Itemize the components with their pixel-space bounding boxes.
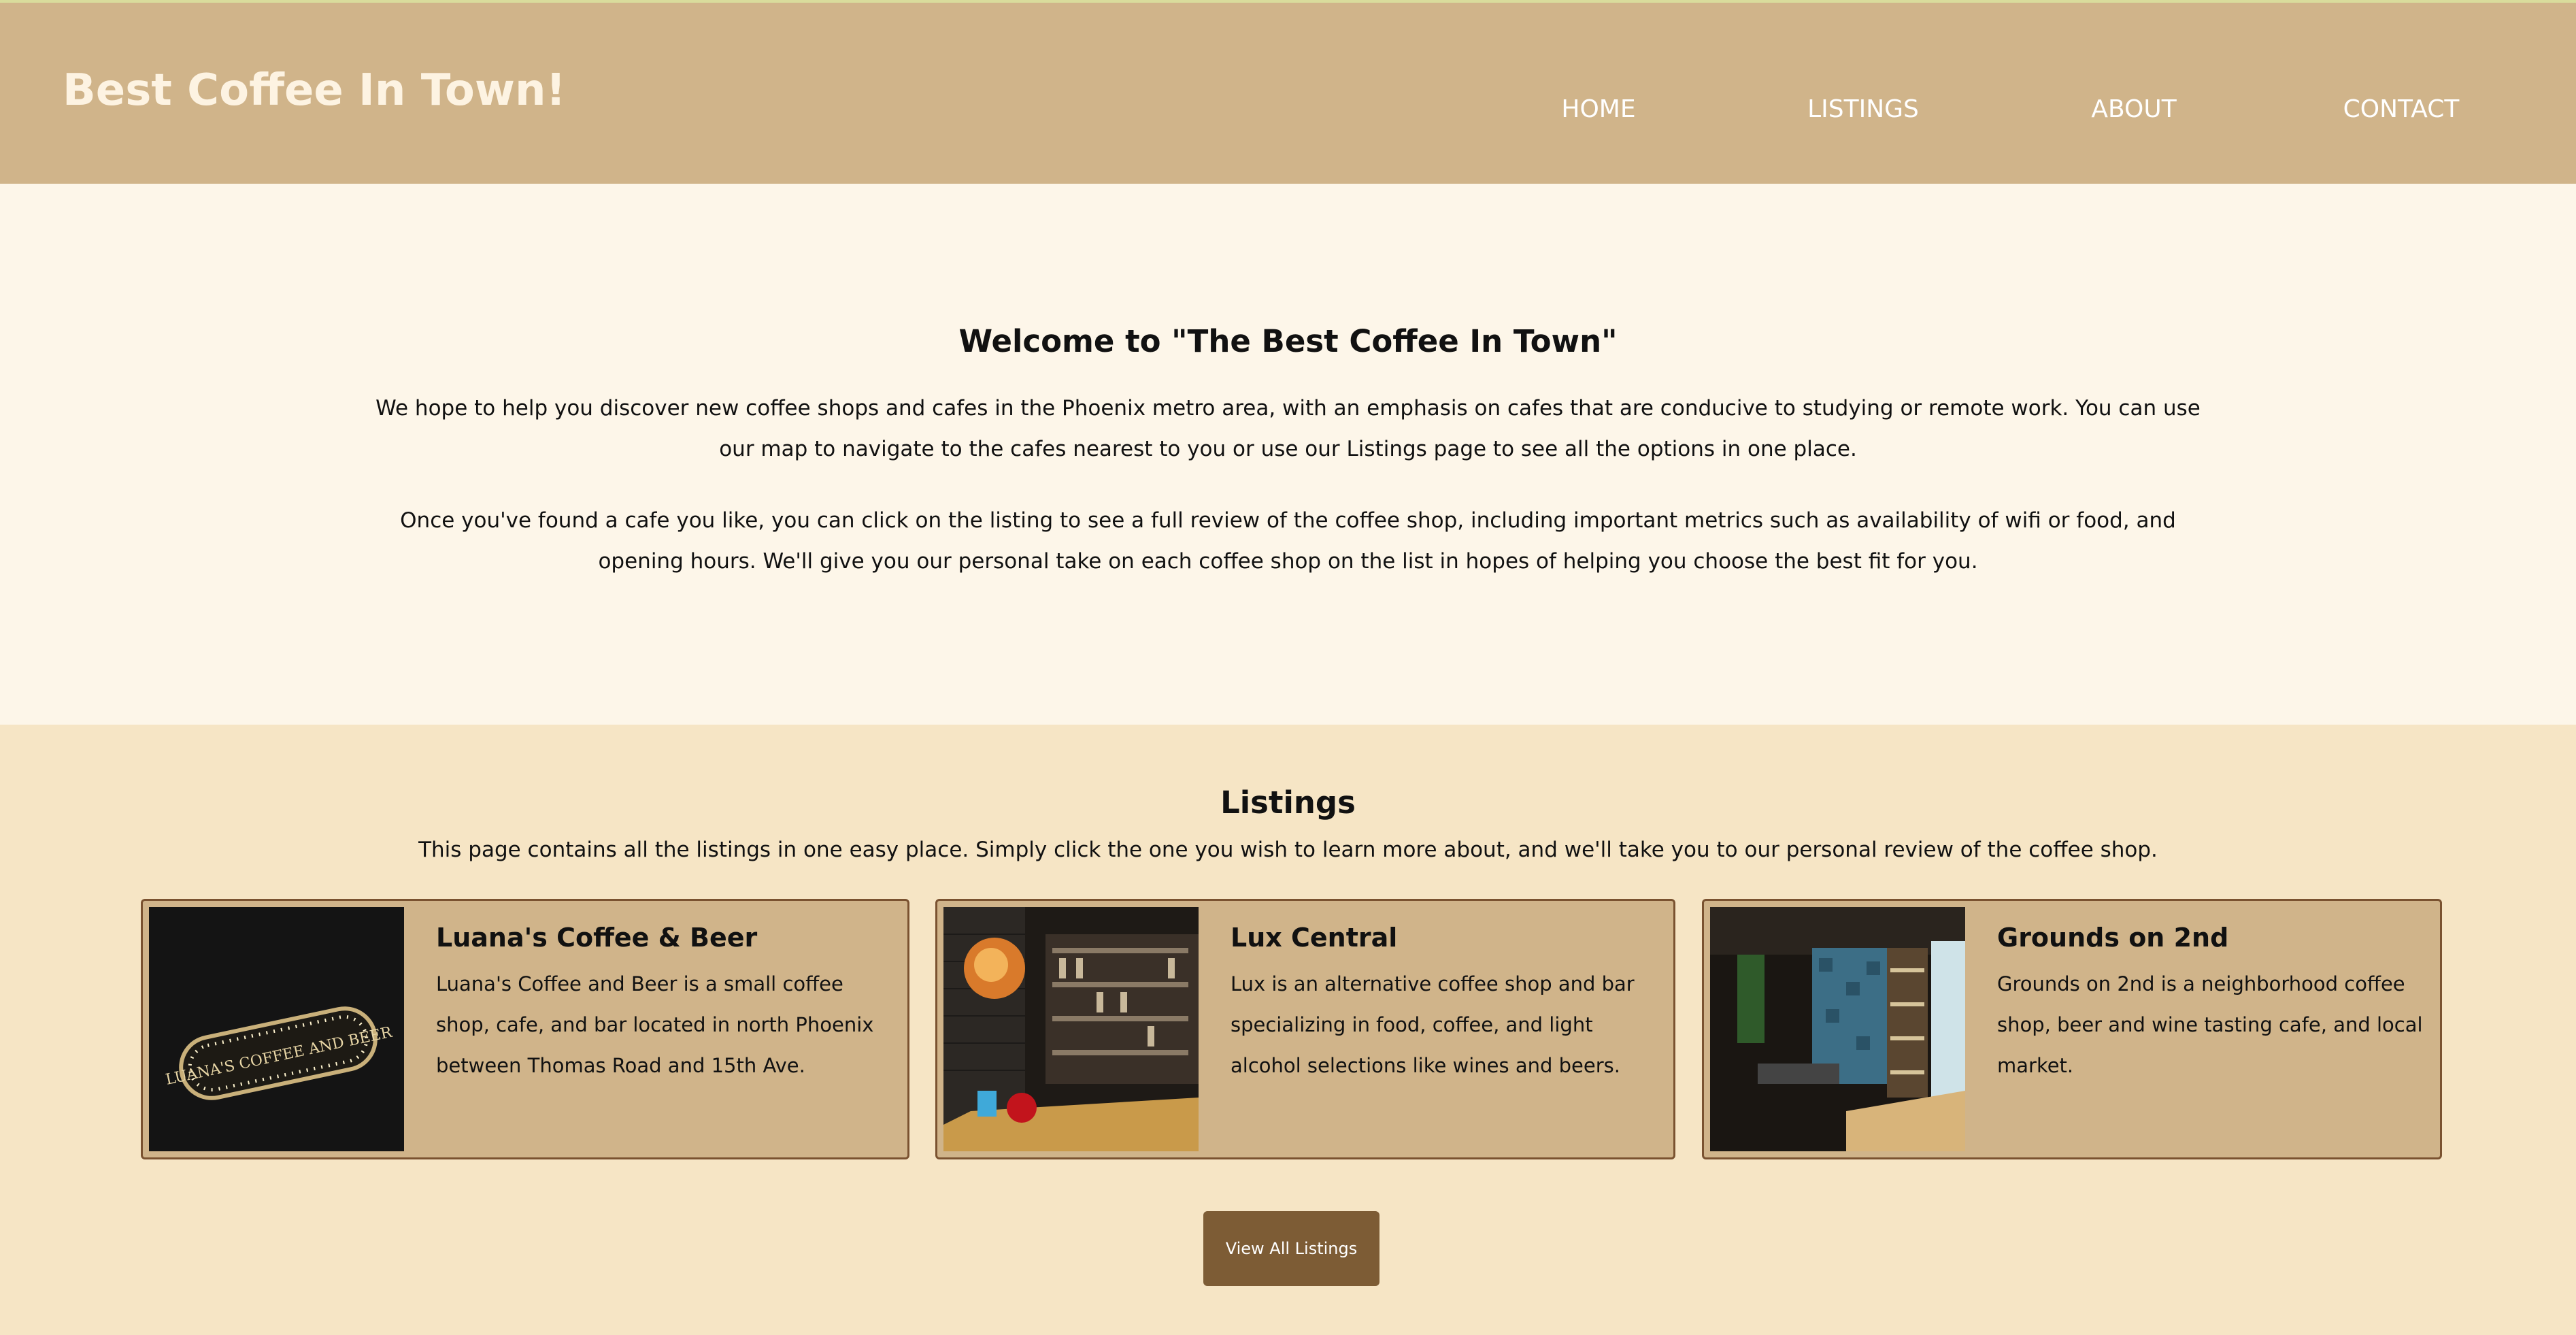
welcome-paragraph-1: We hope to help you discover new coffee … <box>375 396 2201 461</box>
listings-title: Listings <box>1220 785 1356 821</box>
nav-home[interactable]: HOME <box>1561 95 1635 123</box>
lux-central-photo <box>943 907 1199 1151</box>
site-header: Best Coffee In Town! HOME LISTINGS ABOUT… <box>0 0 2576 184</box>
listing-card-lux-central[interactable]: Lux Central Lux is an alternative coffee… <box>935 899 1675 1159</box>
listing-title: Luana's Coffee & Beer <box>436 923 758 953</box>
listing-card-grounds-on-2nd[interactable]: Grounds on 2nd Grounds on 2nd is a neigh… <box>1702 899 2442 1159</box>
site-title[interactable]: Best Coffee In Town! <box>63 65 566 116</box>
nav-listings[interactable]: LISTINGS <box>1807 95 1919 123</box>
grounds-on-2nd-photo <box>1710 907 1965 1151</box>
listing-title: Grounds on 2nd <box>1997 923 2229 953</box>
listing-description: Grounds on 2nd is a neighborhood coffee … <box>1997 972 2423 1077</box>
luanas-photo: LUANA'S COFFEE AND BEER <box>149 907 404 1151</box>
listing-description: Lux is an alternative coffee shop and ba… <box>1231 972 1635 1077</box>
welcome-title: Welcome to "The Best Coffee In Town" <box>958 323 1618 359</box>
listings-description: This page contains all the listings in o… <box>418 838 2158 862</box>
view-all-listings-button[interactable]: View All Listings <box>1203 1211 1379 1286</box>
welcome-section: Welcome to "The Best Coffee In Town" We … <box>0 184 2576 725</box>
nav-about[interactable]: ABOUT <box>2091 95 2176 123</box>
nav-contact[interactable]: CONTACT <box>2343 95 2460 123</box>
listing-description: Luana's Coffee and Beer is a small coffe… <box>436 972 874 1077</box>
listing-card-luanas[interactable]: LUANA'S COFFEE AND BEER Luana's Coffee &… <box>141 899 909 1159</box>
listings-section: Listings This page contains all the list… <box>0 725 2576 1335</box>
listing-title: Lux Central <box>1231 923 1398 953</box>
welcome-paragraph-2: Once you've found a cafe you like, you c… <box>400 508 2176 574</box>
